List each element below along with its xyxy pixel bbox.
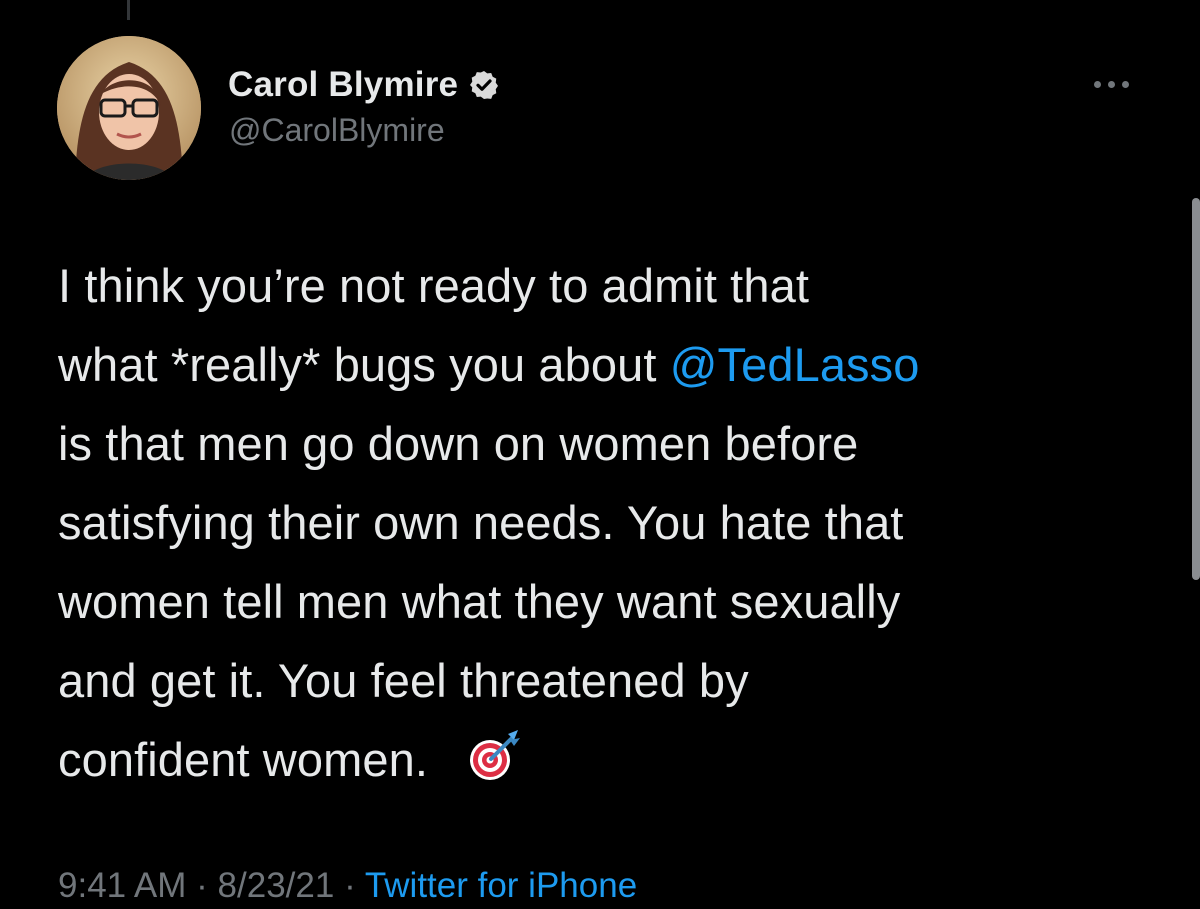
tweet-text: I think you’re not ready to admit that w… <box>58 246 1158 799</box>
more-dot <box>1122 80 1129 88</box>
display-name[interactable]: Carol Blymire <box>228 65 458 105</box>
meta-separator: · <box>344 866 356 905</box>
tweet-text-line: is that men go down on women before <box>58 417 859 470</box>
scrollbar[interactable] <box>1192 198 1200 580</box>
thread-connector-line <box>127 0 130 20</box>
tweet-time[interactable]: 9:41 AM <box>58 866 186 905</box>
author-name-row[interactable]: Carol Blymire <box>228 62 500 108</box>
tweet-text-line: confident women. <box>58 720 1158 799</box>
tweet-text-line: what *really* bugs you about @TedLasso <box>58 325 1158 404</box>
avatar-photo-icon <box>57 36 201 180</box>
verified-badge-icon <box>468 69 500 101</box>
mention-link[interactable]: @TedLasso <box>670 338 920 391</box>
tweet-text-segment: what *really* bugs you about <box>58 338 670 391</box>
tweet-text-line: and get it. You feel threatened by <box>58 654 749 707</box>
tweet-text-line: women tell men what they want sexually <box>58 575 901 628</box>
tweet-date[interactable]: 8/23/21 <box>218 866 335 905</box>
more-dot <box>1094 80 1101 88</box>
tweet-text-segment: confident women. <box>58 733 428 786</box>
more-options-icon[interactable] <box>1094 76 1154 92</box>
meta-separator: · <box>196 866 208 905</box>
more-dot <box>1108 80 1115 88</box>
tweet-source-link[interactable]: Twitter for iPhone <box>365 866 637 905</box>
direct-hit-dart-icon <box>466 728 522 784</box>
avatar[interactable] <box>57 36 201 180</box>
tweet-meta: 9:41 AM · 8/23/21 · Twitter for iPhone <box>58 866 637 906</box>
user-handle[interactable]: @CarolBlymire <box>229 112 445 149</box>
tweet-text-line: satisfying their own needs. You hate tha… <box>58 496 904 549</box>
tweet-text-line: I think you’re not ready to admit that <box>58 259 809 312</box>
